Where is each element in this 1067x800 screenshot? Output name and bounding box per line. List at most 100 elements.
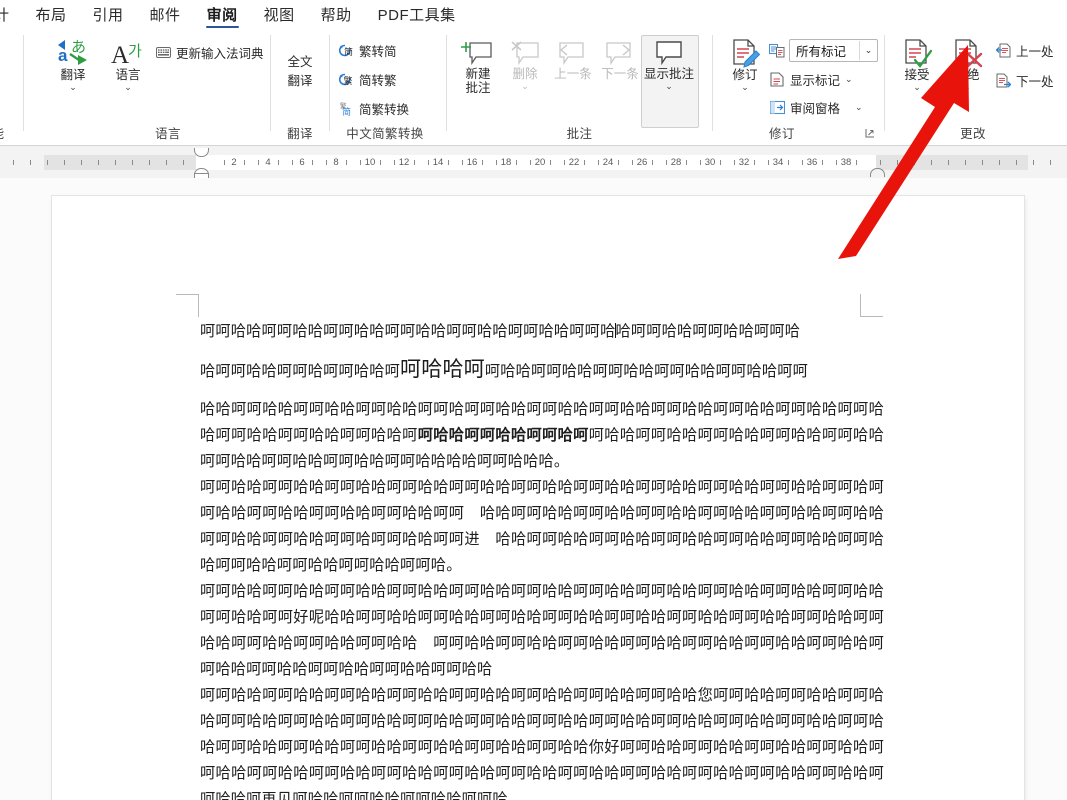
ruler-number: 22 [568,157,580,168]
tab-help[interactable]: 帮助 [308,0,365,29]
ruler-tick [584,160,585,165]
ruler-tick [965,160,966,165]
show-comments-button[interactable]: 显示批注 ⌄ [641,39,697,91]
group-title-tracking: 修订 [769,127,795,141]
document-paragraph[interactable]: 呵呵哈哈呵呵哈哈呵呵哈哈呵呵哈哈呵呵哈哈呵呵哈哈呵呵哈哈呵呵哈哈您呵呵哈哈呵呵哈… [200,682,884,800]
tab-layout[interactable]: 布局 [23,0,80,29]
ruler-tick [856,160,857,165]
ruler-tick [550,160,551,165]
new-comment-button[interactable]: 新建 批注 [455,39,501,95]
svg-text:가: 가 [128,42,142,60]
tab-view[interactable]: 视图 [251,0,308,29]
reject-change-label: 拒绝 [954,68,980,82]
next-change-button[interactable]: 下一处 [995,71,1054,90]
simplified-to-traditional-button[interactable]: 繁 简转繁 [338,70,397,89]
reviewing-pane-button[interactable]: 审阅窗格 ⌄ [769,98,863,117]
tab-review[interactable]: 审阅 [194,0,251,29]
ruler-tick [652,160,653,165]
ruler-tick [948,160,949,165]
tab-label: 帮助 [320,7,352,24]
document-paragraph[interactable]: 哈哈呵呵哈哈呵呵哈哈呵呵哈哈呵呵哈呵呵哈哈呵呵哈哈呵呵哈哈呵呵哈哈呵呵哈哈呵呵哈… [200,396,884,474]
ruler-tick [768,160,769,165]
track-changes-button[interactable]: 修订 ⌄ [723,38,767,92]
tab-label: 计 [0,7,10,24]
ruler-tick [312,160,313,165]
text-run: 呵呵哈哈呵呵哈哈呵呵哈哈呵呵哈哈呵呵哈哈呵呵哈哈呵呵哈 [200,322,616,340]
ruler-tick [914,160,915,165]
document-paragraph[interactable]: 呵呵哈哈呵呵哈哈呵呵哈哈呵呵哈哈呵呵哈哈呵呵哈哈呵呵哈哈呵呵哈哈呵呵哈哈呵呵哈 [200,318,884,344]
translate-label: 翻译 [60,68,86,82]
tab-mailings[interactable]: 邮件 [137,0,194,29]
trad-to-simp-label: 繁转简 [359,45,397,59]
group-title-proofing: 能 [0,123,24,142]
tab-references[interactable]: 引用 [80,0,137,29]
tab-pdf-toolkit[interactable]: PDF工具集 [365,0,469,29]
accept-change-label: 接受 [904,68,930,82]
ruler-tick [754,160,755,165]
document-canvas[interactable]: 呵呵哈哈呵呵哈哈呵呵哈哈呵呵哈哈呵呵哈哈呵呵哈哈呵呵哈哈呵呵哈哈呵呵哈哈呵呵哈哈… [0,178,1067,800]
show-markup-button[interactable]: 显示标记 ⌄ [769,70,853,89]
horizontal-ruler[interactable]: 2 4 6 8 10 12 14 16 18 20 22 24 26 28 30 32 34 36 38 [0,146,1067,180]
ruler-tick [428,160,429,165]
previous-comment-icon [559,42,584,66]
update-ime-dictionary-button[interactable]: 更新输入法词典 [155,43,264,62]
next-comment-button[interactable]: 下一条 [594,39,646,81]
chevron-down-icon[interactable]: ⌄ [859,41,877,60]
ruler-tick [700,160,701,165]
ruler-number: 12 [398,157,410,168]
markup-display-combo[interactable]: 所有标记 ⌄ [789,39,878,62]
ruler-tick [166,160,167,165]
ruler-tick [394,160,395,165]
delete-comment-button[interactable]: 删除 ⌄ [502,39,548,91]
previous-comment-button[interactable]: 上一条 [547,39,599,81]
ruler-tick [115,160,116,165]
ruler-tick [496,160,497,165]
translate-button[interactable]: a あ 翻译 ⌄ [50,38,96,92]
svg-text:简: 简 [344,46,353,58]
traditional-to-simplified-button[interactable]: 简 繁转简 [338,41,397,60]
text-run: 呵呵哈哈呵呵哈哈呵呵哈哈呵呵哈哈呵呵哈哈呵呵哈哈呵呵哈哈呵呵哈哈呵呵哈哈呵呵哈哈… [200,582,884,678]
document-paragraph[interactable]: 呵呵哈哈呵呵哈哈呵呵哈哈呵呵哈哈呵呵哈哈呵呵哈哈呵呵哈哈呵呵哈哈呵呵哈哈呵呵哈哈… [200,474,884,578]
full-document-translate-button[interactable]: 全文 翻译 [275,53,325,91]
ruler-tick [13,160,14,165]
text-run: 呵哈哈呵呵哈哈呵呵哈哈呵呵哈哈呵呵哈哈呵呵 [484,362,808,380]
ruler-tick [258,160,259,165]
right-indent-marker[interactable] [870,168,885,177]
ruler-tick [183,160,184,165]
document-body-text[interactable]: 呵呵哈哈呵呵哈哈呵呵哈哈呵呵哈哈呵呵哈哈呵呵哈哈呵呵哈哈呵呵哈哈呵呵哈哈呵呵哈哈… [200,318,884,800]
ruler-left-margin-zone [44,155,196,170]
reviewing-pane-label: 审阅窗格 [790,102,841,116]
full-translate-line2: 翻译 [287,74,313,88]
chevron-down-icon: ⌄ [913,82,921,92]
ruler-number: 28 [670,157,682,168]
margin-mark-top-right [860,294,883,317]
tab-design-truncated[interactable]: 计 [0,0,23,29]
tracking-dialog-launcher[interactable] [865,128,876,142]
chevron-down-icon: ⌄ [521,81,529,91]
ruler-tick [720,160,721,165]
accept-change-button[interactable]: 接受 ⌄ [895,38,939,92]
track-changes-icon [733,39,761,68]
previous-change-button[interactable]: 上一处 [995,41,1054,60]
keyboard-icon [155,45,171,61]
reject-change-button[interactable]: 拒绝 ⌄ [945,38,989,92]
delete-comment-label: 删除 [512,67,538,81]
language-icon: A 가 [111,42,142,68]
tab-label: 布局 [35,7,67,24]
document-page[interactable]: 呵呵哈哈呵呵哈哈呵呵哈哈呵呵哈哈呵呵哈哈呵呵哈哈呵呵哈哈呵呵哈哈呵呵哈哈呵呵哈哈… [52,196,1024,800]
text-run: 哈呵呵哈哈呵呵哈呵呵哈哈呵 [200,362,401,380]
ribbon-group-chinese-conversion: 简 繁转简 繁 简转繁 繁 简 简繁转换 中文简繁转换 [330,29,440,145]
chevron-down-icon: ⌄ [69,82,77,92]
full-translate-line1: 全文 [287,55,313,69]
ruler-tick [244,160,245,165]
ruler-tick [1050,160,1051,165]
ruler-tick [788,160,789,165]
document-paragraph[interactable]: 呵呵哈哈呵呵哈哈呵呵哈哈呵呵哈哈呵呵哈哈呵呵哈哈呵呵哈哈呵呵哈哈呵呵哈哈呵呵哈哈… [200,578,884,682]
new-comment-label2: 批注 [465,81,491,95]
language-button[interactable]: A 가 语言 ⌄ [105,38,151,92]
document-paragraph[interactable]: 哈呵呵哈哈呵呵哈呵呵哈哈呵呵哈哈呵呵哈哈呵呵哈哈呵呵哈哈呵呵哈哈呵呵哈哈呵呵 [200,356,884,384]
simplified-traditional-convert-button[interactable]: 繁 简 简繁转换 [338,99,409,118]
svg-text:a: a [58,46,68,65]
new-comment-label1: 新建 [465,67,491,81]
simp-to-trad-label: 简转繁 [359,74,397,88]
